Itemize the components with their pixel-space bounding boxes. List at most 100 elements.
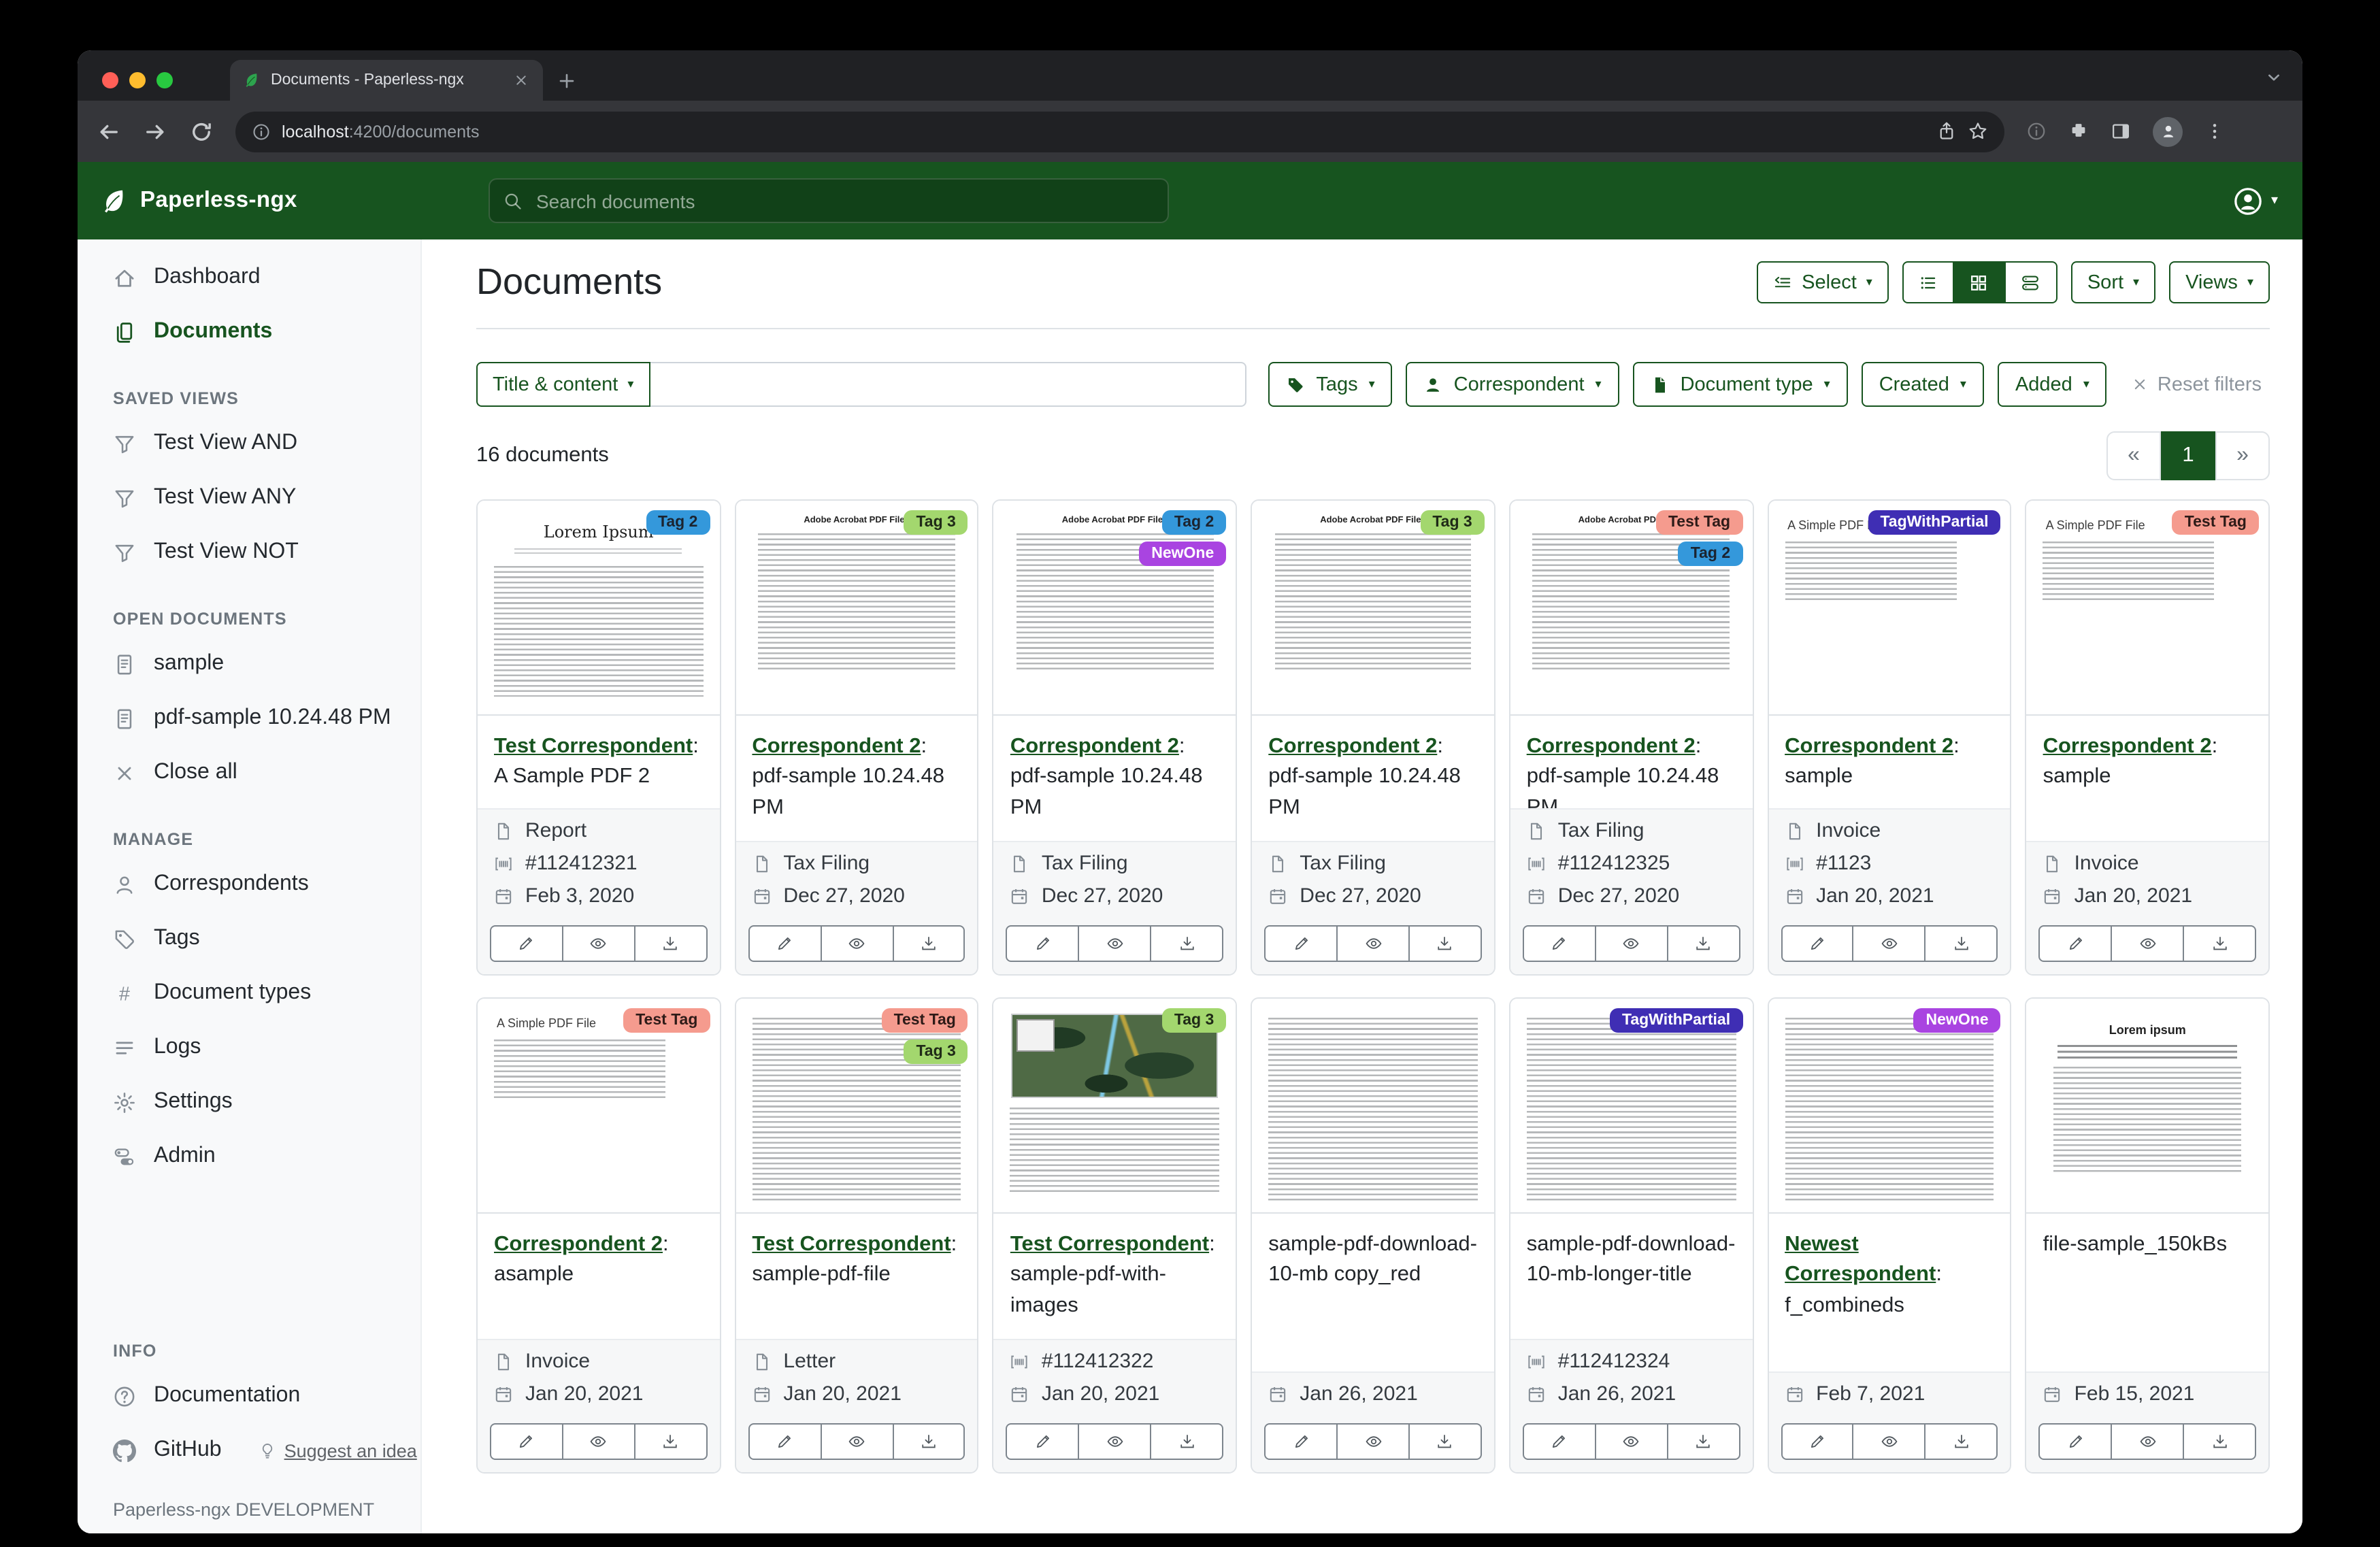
sidebar-item-test-view-and[interactable]: Test View AND <box>78 416 420 471</box>
correspondent-link[interactable]: Newest Correspondent <box>1785 1233 1936 1286</box>
view-button[interactable] <box>821 1423 893 1460</box>
view-button[interactable] <box>1080 1423 1152 1460</box>
edit-button[interactable] <box>748 925 821 962</box>
download-button[interactable] <box>1926 925 1998 962</box>
user-menu[interactable]: ▾ <box>2233 186 2302 216</box>
main-content[interactable]: Documents Select ▾ Sor <box>422 239 2302 1533</box>
sidebar-item-dashboard[interactable]: Dashboard <box>78 250 420 305</box>
filter-field-selector-button[interactable]: Title & content ▾ <box>476 362 650 407</box>
tag-badge-tag-3[interactable]: Tag 3 <box>1420 510 1484 535</box>
tag-badge-newone[interactable]: NewOne <box>1914 1008 2001 1033</box>
tag-badge-tagwithpartial[interactable]: TagWithPartial <box>1610 1008 1742 1033</box>
browser-profile-avatar[interactable] <box>2153 116 2183 146</box>
back-button[interactable] <box>97 119 121 144</box>
download-button[interactable] <box>1668 925 1740 962</box>
sidebar-item-pdf-sample-10-24-48-pm[interactable]: pdf-sample 10.24.48 PM <box>78 691 420 746</box>
search-input[interactable] <box>533 188 1154 213</box>
download-button[interactable] <box>1151 1423 1223 1460</box>
document-card[interactable]: Adobe Acrobat PDF Files Test TagTag 2 Co… <box>1509 499 1753 976</box>
tag-badge-tag-3[interactable]: Tag 3 <box>904 1039 968 1064</box>
correspondent-link[interactable]: Correspondent 2 <box>2043 735 2212 758</box>
select-button[interactable]: Select ▾ <box>1757 261 1889 303</box>
sidebar-item-logs[interactable]: Logs <box>78 1020 420 1075</box>
view-button[interactable] <box>1338 1423 1410 1460</box>
download-button[interactable] <box>1668 1423 1740 1460</box>
edit-button[interactable] <box>490 925 563 962</box>
app-brand[interactable]: Paperless-ngx <box>78 187 422 214</box>
view-button[interactable] <box>563 1423 635 1460</box>
edit-button[interactable] <box>1264 925 1338 962</box>
document-card[interactable]: Lorem ipsum file-sample_150kBs Feb 15, 2… <box>2026 997 2270 1474</box>
tag-badge-test-tag[interactable]: Test Tag <box>623 1008 710 1033</box>
download-button[interactable] <box>1151 925 1223 962</box>
current-page-button[interactable]: 1 <box>2161 431 2215 480</box>
view-button[interactable] <box>563 925 635 962</box>
sidebar-item-correspondents[interactable]: Correspondents <box>78 857 420 912</box>
document-card[interactable]: TagWithPartial sample-pdf-download-10-mb… <box>1509 997 1753 1474</box>
tag-badge-test-tag[interactable]: Test Tag <box>882 1008 968 1033</box>
tag-badge-tagwithpartial[interactable]: TagWithPartial <box>1868 510 2000 535</box>
download-button[interactable] <box>635 925 708 962</box>
next-page-button[interactable]: » <box>2215 431 2270 480</box>
side-panel-icon[interactable] <box>2111 121 2131 142</box>
filter-tags-button[interactable]: Tags▾ <box>1268 362 1392 407</box>
document-card[interactable]: Adobe Acrobat PDF Files Tag 2NewOne Corr… <box>993 499 1237 976</box>
sidebar-item-documents[interactable]: Documents <box>78 305 420 359</box>
correspondent-link[interactable]: Correspondent 2 <box>494 1233 663 1256</box>
tag-badge-tag-3[interactable]: Tag 3 <box>904 510 968 535</box>
download-button[interactable] <box>1410 1423 1482 1460</box>
bookmark-star-icon[interactable] <box>1968 121 1988 142</box>
close-window-button[interactable] <box>102 72 118 88</box>
document-card[interactable]: NewOne Newest Correspondent: f_combineds… <box>1767 997 2011 1474</box>
view-button[interactable] <box>1854 925 1926 962</box>
correspondent-link[interactable]: Correspondent 2 <box>1527 735 1696 758</box>
document-card[interactable]: Tag 3 Test Correspondent: sample-pdf-wit… <box>993 997 1237 1474</box>
document-card[interactable]: Lorem Ipsum Tag 2 Test Correspondent: A … <box>476 499 721 976</box>
extension-badge-icon[interactable] <box>2026 121 2047 142</box>
filter-correspondent-button[interactable]: Correspondent▾ <box>1406 362 1619 407</box>
minimize-window-button[interactable] <box>129 72 146 88</box>
sidebar-item-documentation[interactable]: Documentation <box>78 1369 420 1423</box>
address-bar[interactable]: localhost:4200/documents <box>235 111 2004 152</box>
correspondent-link[interactable]: Correspondent 2 <box>1785 735 1953 758</box>
download-button[interactable] <box>1410 925 1482 962</box>
edit-button[interactable] <box>1264 1423 1338 1460</box>
correspondent-link[interactable]: Test Correspondent <box>494 735 693 758</box>
close-tab-icon[interactable] <box>513 72 529 88</box>
download-button[interactable] <box>893 925 965 962</box>
sidebar-item-close-all[interactable]: Close all <box>78 746 420 800</box>
edit-button[interactable] <box>1006 1423 1080 1460</box>
view-button[interactable] <box>1080 925 1152 962</box>
tag-badge-newone[interactable]: NewOne <box>1139 542 1226 566</box>
document-card[interactable]: A Simple PDF File Test Tag Correspondent… <box>2026 499 2270 976</box>
edit-button[interactable] <box>2039 1423 2113 1460</box>
sidebar-item-github[interactable]: GitHubSuggest an idea <box>78 1423 420 1478</box>
share-icon[interactable] <box>1936 121 1957 142</box>
download-button[interactable] <box>893 1423 965 1460</box>
edit-button[interactable] <box>2039 925 2113 962</box>
view-button[interactable] <box>2112 1423 2184 1460</box>
correspondent-link[interactable]: Test Correspondent <box>752 1233 951 1256</box>
browser-tab[interactable]: Documents - Paperless-ngx <box>230 60 543 101</box>
filter-added-button[interactable]: Added▾ <box>1998 362 2107 407</box>
views-button[interactable]: Views ▾ <box>2169 261 2270 303</box>
view-button[interactable] <box>821 925 893 962</box>
edit-button[interactable] <box>1006 925 1080 962</box>
document-card[interactable]: A Simple PDF File TagWithPartial Corresp… <box>1767 499 2011 976</box>
tag-badge-tag-2[interactable]: Tag 2 <box>1162 510 1226 535</box>
sidebar-item-settings[interactable]: Settings <box>78 1075 420 1129</box>
previous-page-button[interactable]: « <box>2106 431 2161 480</box>
edit-button[interactable] <box>1523 925 1596 962</box>
tag-badge-tag-3[interactable]: Tag 3 <box>1162 1008 1226 1033</box>
sidebar-item-test-view-not[interactable]: Test View NOT <box>78 525 420 580</box>
tab-search-chevron-icon[interactable] <box>2264 68 2283 87</box>
filter-text-input[interactable] <box>650 362 1246 407</box>
sidebar-item-sample[interactable]: sample <box>78 637 420 691</box>
download-button[interactable] <box>2184 925 2256 962</box>
document-card[interactable]: Adobe Acrobat PDF Files Tag 3 Correspond… <box>1251 499 1495 976</box>
site-info-icon[interactable] <box>252 122 271 141</box>
correspondent-link[interactable]: Test Correspondent <box>1010 1233 1209 1256</box>
tag-badge-tag-2[interactable]: Tag 2 <box>646 510 710 535</box>
document-card[interactable]: Test TagTag 3 Test Correspondent: sample… <box>734 997 978 1474</box>
document-card[interactable]: A Simple PDF File Test Tag Correspondent… <box>476 997 721 1474</box>
